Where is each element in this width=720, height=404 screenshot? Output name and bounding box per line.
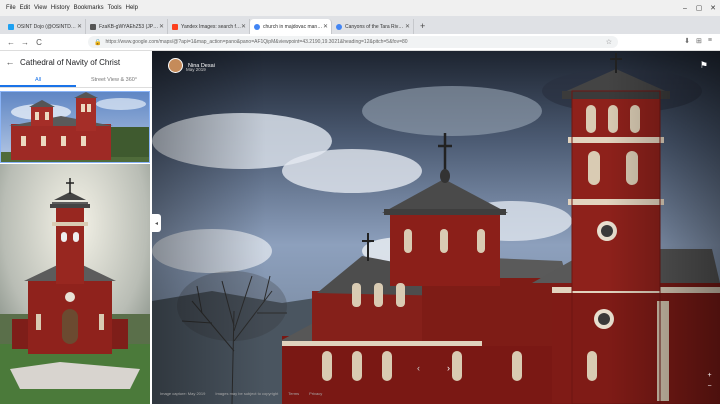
new-tab-button[interactable]: + <box>420 19 425 34</box>
browser-tab[interactable]: FzaKB-gWYAEhZ53 (JPEG Image) ✕ <box>86 19 168 34</box>
place-title: Cathedral of Navity of Christ <box>20 57 121 67</box>
menu-bookmarks[interactable]: Bookmarks <box>74 5 104 11</box>
google-favicon-icon <box>254 23 260 30</box>
lock-icon: 🔒 <box>94 39 102 46</box>
bookmark-star-icon[interactable]: ☆ <box>606 38 612 46</box>
browser-tab[interactable]: Canyons of the Tara River (4) pl ✕ <box>332 19 414 34</box>
address-bar[interactable]: 🔒 https://www.google.com/maps/@?api=1&ma… <box>88 36 618 48</box>
tab-title: FzaKB-gWYAEhZ53 (JPEG Image) <box>99 23 159 30</box>
viewer-footer: Image capture: May 2019 Images may be su… <box>160 391 322 396</box>
collapse-sidebar-button[interactable]: ◂ <box>152 214 161 232</box>
photo-thumbnail-selected[interactable] <box>0 91 150 163</box>
image-capture-text: Image capture: May 2019 <box>160 391 206 396</box>
close-tab-icon[interactable]: ✕ <box>159 23 164 30</box>
browser-tab-active[interactable]: church in majdovac mandervo ✕ <box>250 19 332 34</box>
reload-icon[interactable]: C <box>32 38 46 47</box>
tab-title: Canyons of the Tara River (4) pl <box>345 23 405 30</box>
photo-viewer[interactable]: Nina Desai May 2019 ⚑ ‹ › Image capture:… <box>152 51 720 404</box>
zoom-in-icon[interactable]: + <box>707 372 711 379</box>
menu-file[interactable]: File <box>6 5 16 11</box>
forward-arrow-icon[interactable]: → <box>18 38 32 47</box>
photo-date: May 2019 <box>186 67 206 72</box>
twitter-favicon-icon <box>8 23 14 30</box>
church-photo <box>152 51 720 404</box>
tab-title: OSINT Dojo (@OSINTDojo) / Tw <box>17 23 77 30</box>
tab-street-view[interactable]: Street View & 360° <box>76 73 152 87</box>
terms-link[interactable]: Terms <box>288 391 299 396</box>
minimize-button[interactable]: – <box>678 5 692 12</box>
navigation-toolbar: ← → C 🔒 https://www.google.com/maps/@?ap… <box>0 34 720 51</box>
church-tower-thumbnail-image <box>0 164 150 404</box>
maximize-button[interactable]: ▢ <box>692 4 706 12</box>
photo-thumbnail[interactable] <box>0 164 150 404</box>
tab-title: church in majdovac mandervo <box>263 23 323 30</box>
close-window-button[interactable]: ✕ <box>706 4 720 12</box>
back-arrow-icon[interactable]: ← <box>4 38 18 47</box>
extensions-icon[interactable]: ⊞ <box>696 37 702 45</box>
sidebar-header: ← Cathedral of Navity of Christ <box>0 51 152 73</box>
image-favicon-icon <box>90 23 96 30</box>
photo-author[interactable]: Nina Desai May 2019 <box>168 58 215 73</box>
tab-title: Yandex Images: search for similar <box>181 23 241 30</box>
tab-strip: OSINT Dojo (@OSINTDojo) / Tw ✕ FzaKB-gWY… <box>0 16 720 34</box>
tab-all[interactable]: All <box>0 73 76 87</box>
url-text: https://www.google.com/maps/@?api=1&map_… <box>105 39 408 45</box>
photo-sidebar: ← Cathedral of Navity of Christ All Stre… <box>0 51 152 404</box>
menu-history[interactable]: History <box>51 5 70 11</box>
close-tab-icon[interactable]: ✕ <box>323 23 328 30</box>
browser-tab[interactable]: OSINT Dojo (@OSINTDojo) / Tw ✕ <box>4 19 86 34</box>
menu-view[interactable]: View <box>34 5 47 11</box>
zoom-out-icon[interactable]: − <box>707 383 711 390</box>
close-tab-icon[interactable]: ✕ <box>77 23 82 30</box>
menu-help[interactable]: Help <box>126 5 138 11</box>
yandex-favicon-icon <box>172 23 178 30</box>
close-tab-icon[interactable]: ✕ <box>405 23 410 30</box>
avatar[interactable] <box>168 58 183 73</box>
privacy-link[interactable]: Privacy <box>309 391 322 396</box>
sidebar-tabs: All Street View & 360° <box>0 73 152 88</box>
google-favicon-icon <box>336 23 342 30</box>
browser-tab[interactable]: Yandex Images: search for similar ✕ <box>168 19 250 34</box>
menu-bar: File Edit View History Bookmarks Tools H… <box>0 0 720 16</box>
previous-photo-button[interactable]: ‹ <box>417 363 420 373</box>
report-flag-icon[interactable]: ⚑ <box>700 60 708 71</box>
menu-tools[interactable]: Tools <box>108 5 122 11</box>
close-tab-icon[interactable]: ✕ <box>241 23 246 30</box>
back-arrow-icon[interactable]: ← <box>0 57 20 67</box>
next-photo-button[interactable]: › <box>447 363 450 373</box>
menu-icon[interactable]: ≡ <box>708 37 712 45</box>
download-icon[interactable]: ⬇ <box>684 37 690 45</box>
menu-edit[interactable]: Edit <box>20 5 30 11</box>
chevron-left-icon: ◂ <box>154 220 158 227</box>
copyright-text: Images may be subject to copyright <box>215 391 279 396</box>
zoom-controls: + − <box>705 372 714 390</box>
church-thumbnail-image <box>1 92 149 162</box>
